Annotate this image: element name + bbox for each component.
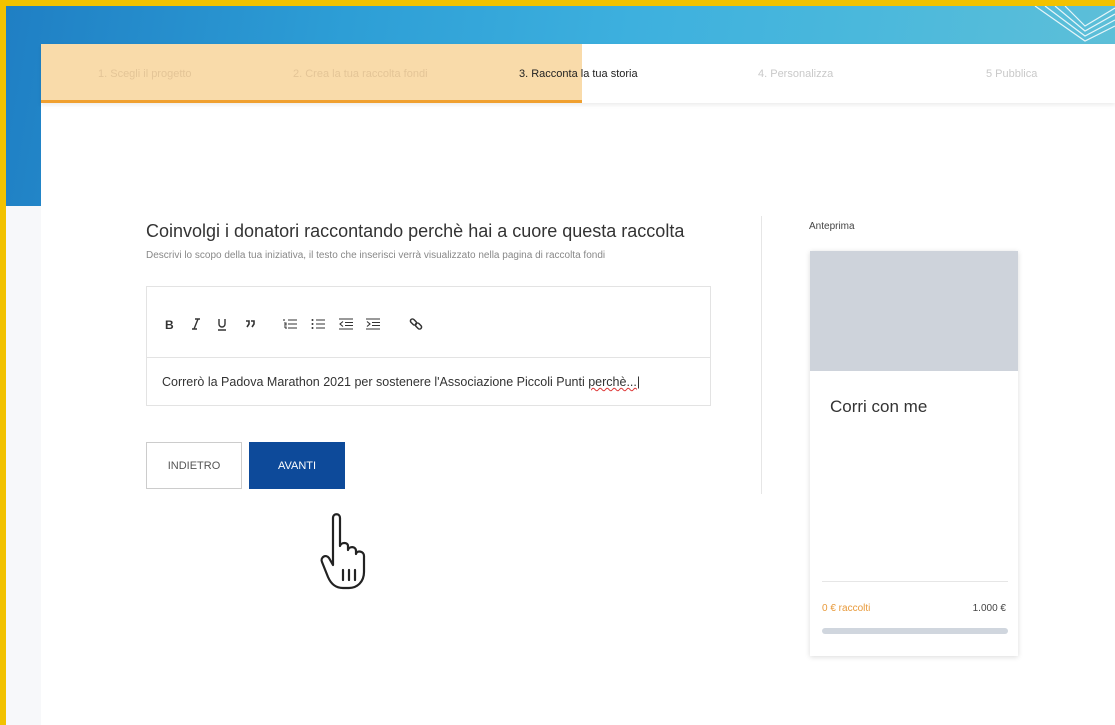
story-text-misspelled: perchè...: [588, 375, 637, 389]
preview-title: Corri con me: [830, 397, 928, 416]
bullet-list-icon[interactable]: [309, 315, 327, 333]
wizard-card: 1. Scegli il progetto 2. Crea la tua rac…: [41, 44, 1115, 725]
goal-amount: 1.000 €: [972, 603, 1006, 614]
underline-icon[interactable]: [213, 315, 231, 333]
svg-text:B: B: [165, 318, 174, 330]
step-publish[interactable]: 5 Pubblica: [986, 68, 1037, 80]
steps-bar: 1. Scegli il progetto 2. Crea la tua rac…: [41, 44, 1115, 103]
outdent-icon[interactable]: [337, 315, 355, 333]
link-icon[interactable]: [407, 315, 425, 333]
bold-icon[interactable]: B: [161, 315, 179, 333]
quote-icon[interactable]: [241, 315, 259, 333]
indent-icon[interactable]: [364, 315, 382, 333]
raised-amount: 0 € raccolti: [822, 603, 871, 614]
italic-icon[interactable]: [187, 315, 205, 333]
form-subtitle: Descrivi lo scopo della tua iniziativa, …: [146, 250, 606, 261]
step-tell-story[interactable]: 3. Racconta la tua storia: [519, 68, 638, 80]
preview-card: Corri con me 0 € raccolti 1.000 €: [810, 251, 1018, 656]
story-editor[interactable]: B Correrò la Padova Marathon 2021 per so…: [146, 286, 711, 406]
form-title: Coinvolgi i donatori raccontando perchè …: [146, 221, 685, 241]
browser-screen: 1. Scegli il progetto 2. Crea la tua rac…: [6, 6, 1115, 725]
step-create-fundraiser[interactable]: 2. Crea la tua raccolta fondi: [293, 68, 428, 80]
ordered-list-icon[interactable]: [281, 315, 299, 333]
progress-bar: [822, 628, 1008, 634]
step-choose-project[interactable]: 1. Scegli il progetto: [98, 68, 192, 80]
next-button[interactable]: AVANTI: [249, 442, 345, 489]
step-personalize[interactable]: 4. Personalizza: [758, 68, 833, 80]
preview-image-placeholder: [810, 251, 1018, 371]
text-cursor: |: [636, 375, 641, 389]
preview-label: Anteprima: [809, 221, 855, 232]
story-text-main: Correrò la Padova Marathon 2021 per sost…: [162, 375, 589, 389]
banner-decoration-icon: [1034, 6, 1115, 42]
story-text[interactable]: Correrò la Padova Marathon 2021 per sost…: [162, 375, 640, 389]
preview-separator: [822, 581, 1008, 582]
back-button[interactable]: INDIETRO: [146, 442, 242, 489]
column-divider: [761, 216, 762, 494]
hand-pointer-icon: [320, 513, 366, 590]
editor-toolbar: B: [147, 287, 710, 358]
